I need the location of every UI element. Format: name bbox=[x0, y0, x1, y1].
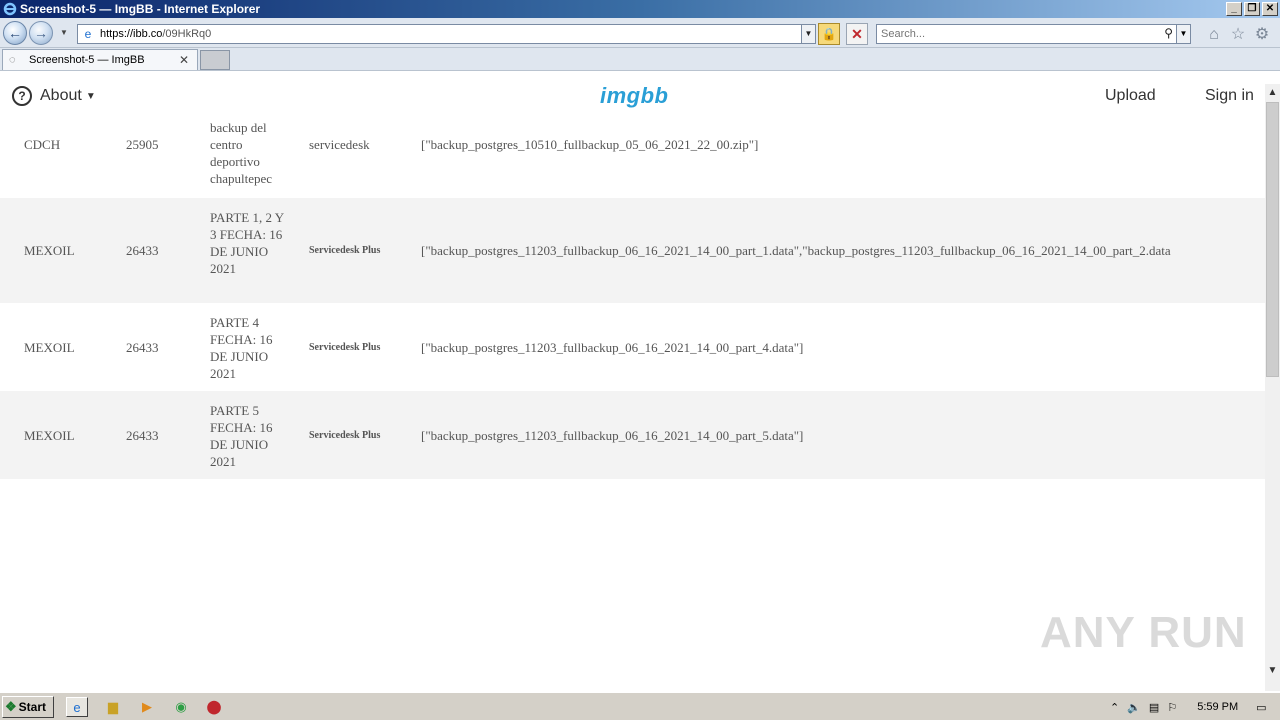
tab-close-icon[interactable]: ✕ bbox=[179, 53, 193, 67]
url-host: https://ibb.co bbox=[100, 28, 163, 40]
media-player-icon[interactable]: ▶ bbox=[136, 697, 158, 717]
forward-arrow-icon: → bbox=[34, 25, 48, 41]
site-header: ? About ▼ imgbb Upload Sign in bbox=[0, 71, 1265, 121]
restore-button[interactable]: ❐ bbox=[1244, 2, 1260, 16]
tab-imgbb[interactable]: ◌ Screenshot-5 — ImgBB ✕ bbox=[2, 49, 198, 70]
minimize-button[interactable]: _ bbox=[1226, 2, 1242, 16]
search-input[interactable] bbox=[881, 28, 1151, 40]
vertical-scrollbar[interactable]: ▲ ▼ bbox=[1265, 84, 1280, 691]
table-cell-client: MEXOIL bbox=[24, 428, 75, 443]
table-row: MEXOIL 26433 PARTE 5 FECHA: 16 DE JUNIO … bbox=[0, 391, 1265, 479]
ie-logo-icon bbox=[2, 1, 18, 17]
url-path: /09HkRq0 bbox=[162, 28, 212, 40]
table-cell-client: CDCH bbox=[24, 137, 61, 152]
search-dropdown-icon[interactable]: ▼ bbox=[1176, 25, 1190, 43]
tab-label: Screenshot-5 — ImgBB bbox=[29, 54, 145, 66]
table-cell-product: Servicedesk Plus bbox=[309, 342, 381, 353]
network-icon[interactable]: ▤ bbox=[1149, 701, 1159, 714]
scroll-up-arrow-icon[interactable]: ▲ bbox=[1265, 84, 1280, 101]
folder-icon[interactable]: ▆ bbox=[102, 697, 124, 717]
ie-page-icon: e bbox=[84, 27, 92, 41]
table-cell-description: PARTE 1, 2 Y 3 FECHA: 16 DE JUNIO 2021 bbox=[210, 210, 284, 276]
table-row: CDCH 25905 backup del centro deportivo c… bbox=[0, 120, 1265, 198]
table-cell-id: 26433 bbox=[126, 428, 159, 443]
address-dropdown-icon[interactable]: ▼ bbox=[801, 25, 815, 43]
taskbar: ❖ Start e ▆ ▶ ◉ ⬤ ⌃ 🔈 ▤ ⚐ 5:59 PM ▭ bbox=[0, 692, 1280, 720]
stop-sign-icon[interactable]: ⬤ bbox=[203, 697, 225, 717]
backup-table: CDCH 25905 backup del centro deportivo c… bbox=[0, 120, 1265, 479]
table-cell-files: ["backup_postgres_11203_fullbackup_06_16… bbox=[421, 340, 804, 355]
system-tray: ⌃ 🔈 ▤ ⚐ 5:59 PM ▭ bbox=[1106, 696, 1278, 718]
back-button[interactable]: ← bbox=[3, 21, 27, 45]
start-button[interactable]: ❖ Start bbox=[2, 696, 54, 718]
recent-pages-dropdown-icon[interactable]: ▼ bbox=[60, 28, 70, 38]
scroll-thumb[interactable] bbox=[1266, 102, 1279, 377]
scroll-down-arrow-icon[interactable]: ▼ bbox=[1265, 662, 1280, 679]
table-cell-id: 26433 bbox=[126, 243, 159, 258]
window-title: Screenshot-5 — ImgBB - Internet Explorer bbox=[20, 2, 261, 16]
table-cell-product: servicedesk bbox=[309, 137, 370, 152]
loading-icon: ◌ bbox=[9, 54, 16, 66]
table-cell-files: ["backup_postgres_10510_fullbackup_05_06… bbox=[421, 137, 759, 152]
about-label: About bbox=[40, 87, 82, 104]
tools-gear-icon[interactable]: ⚙ bbox=[1252, 25, 1272, 45]
home-icon[interactable]: ⌂ bbox=[1204, 25, 1224, 45]
sign-in-link[interactable]: Sign in bbox=[1205, 87, 1254, 105]
table-row: MEXOIL 26433 PARTE 1, 2 Y 3 FECHA: 16 DE… bbox=[0, 198, 1265, 303]
imgbb-logo[interactable]: imgbb bbox=[600, 83, 669, 109]
search-box[interactable]: ⚲ ▼ bbox=[876, 24, 1191, 44]
new-tab-button[interactable] bbox=[200, 50, 230, 70]
back-arrow-icon: ← bbox=[8, 25, 22, 41]
about-menu[interactable]: ? About ▼ bbox=[12, 86, 96, 106]
table-cell-client: MEXOIL bbox=[24, 340, 75, 355]
stop-button[interactable]: ✕ bbox=[846, 23, 868, 45]
close-window-button[interactable]: ✕ bbox=[1262, 2, 1278, 16]
volume-icon[interactable]: 🔈 bbox=[1127, 701, 1141, 714]
table-cell-description: backup del centro deportivo chapultepec bbox=[210, 120, 273, 186]
table-cell-id: 26433 bbox=[126, 340, 159, 355]
windows-logo-icon: ❖ bbox=[5, 699, 17, 714]
window-title-bar: Screenshot-5 — ImgBB - Internet Explorer… bbox=[0, 0, 1280, 18]
favorites-star-icon[interactable]: ☆ bbox=[1228, 25, 1248, 45]
table-cell-product: Servicedesk Plus bbox=[309, 430, 381, 441]
action-center-flag-icon[interactable]: ⚐ bbox=[1167, 701, 1177, 714]
forward-button[interactable]: → bbox=[29, 21, 53, 45]
table-cell-description: PARTE 5 FECHA: 16 DE JUNIO 2021 bbox=[210, 403, 273, 469]
tab-bar: ◌ Screenshot-5 — ImgBB ✕ bbox=[0, 48, 1280, 71]
upload-link[interactable]: Upload bbox=[1105, 87, 1156, 105]
table-cell-files: ["backup_postgres_11203_fullbackup_06_16… bbox=[421, 428, 804, 443]
caret-down-icon: ▼ bbox=[85, 90, 96, 102]
show-desktop-icon[interactable]: ▭ bbox=[1256, 701, 1266, 714]
ie-taskbar-icon[interactable]: e bbox=[66, 697, 88, 717]
navigation-bar: ← → ▼ e https://ibb.co/09HkRq0 ▼ 🔒 ✕ ⚲ ▼… bbox=[0, 18, 1280, 48]
start-label: Start bbox=[18, 700, 46, 714]
table-cell-client: MEXOIL bbox=[24, 243, 75, 258]
tray-expand-icon[interactable]: ⌃ bbox=[1110, 701, 1119, 714]
clock[interactable]: 5:59 PM bbox=[1197, 701, 1238, 713]
help-icon: ? bbox=[12, 86, 32, 106]
chrome-icon[interactable]: ◉ bbox=[170, 697, 192, 717]
table-cell-files: ["backup_postgres_11203_fullbackup_06_16… bbox=[421, 243, 1171, 258]
search-icon[interactable]: ⚲ bbox=[1164, 26, 1173, 40]
table-cell-id: 25905 bbox=[126, 137, 159, 152]
table-cell-description: PARTE 4 FECHA: 16 DE JUNIO 2021 bbox=[210, 315, 273, 381]
page-content: ? About ▼ imgbb Upload Sign in CDCH 2590… bbox=[0, 71, 1265, 691]
table-row: MEXOIL 26433 PARTE 4 FECHA: 16 DE JUNIO … bbox=[0, 303, 1265, 391]
security-lock-icon[interactable]: 🔒 bbox=[818, 23, 840, 45]
table-cell-product: Servicedesk Plus bbox=[309, 245, 381, 256]
address-bar[interactable]: e https://ibb.co/09HkRq0 ▼ bbox=[77, 24, 816, 44]
anyrun-watermark: ANY RUN bbox=[1040, 608, 1247, 657]
